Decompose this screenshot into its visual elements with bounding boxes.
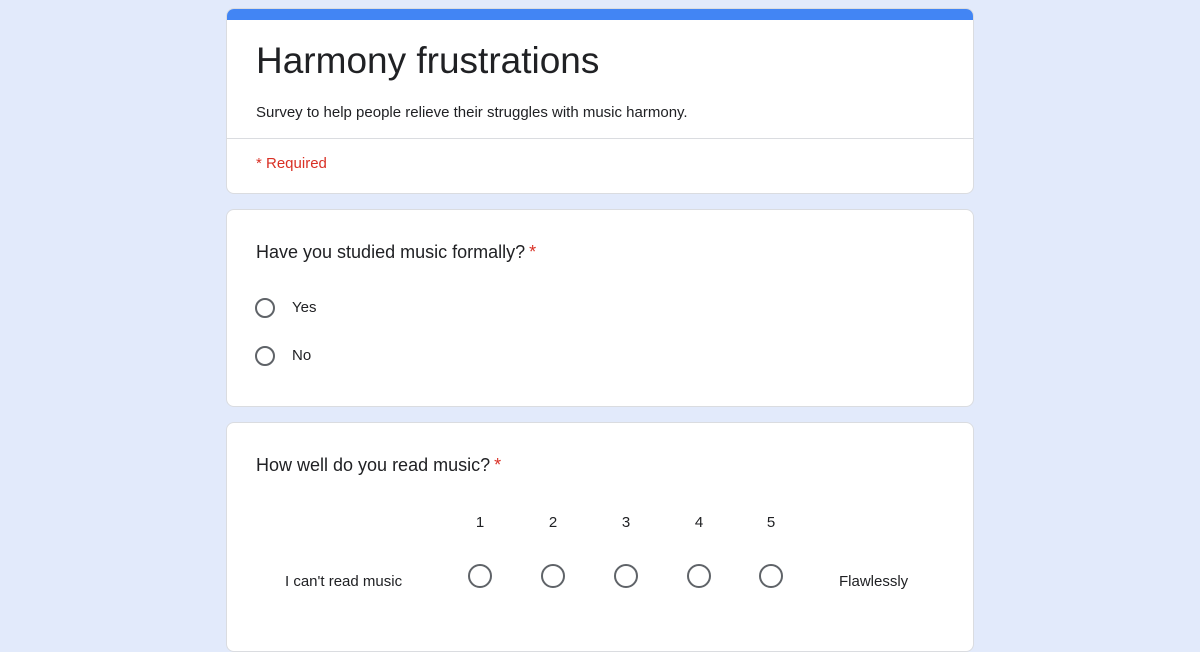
scale-radio-4[interactable]	[687, 564, 711, 588]
scale-radio-2[interactable]	[541, 564, 565, 588]
scale-high-label: Flawlessly	[839, 573, 909, 590]
required-asterisk: *	[494, 455, 502, 475]
header-divider	[227, 138, 973, 139]
radio-option-no[interactable]: No	[255, 343, 311, 369]
question-card-read-music: How well do you read music? * 1 2 3 4 5 I…	[226, 422, 974, 652]
radio-button-no[interactable]	[255, 346, 275, 366]
question-title-text: Have you studied music formally?	[256, 242, 526, 262]
scale-radio-3[interactable]	[614, 564, 638, 588]
scale-number-5: 5	[766, 514, 776, 531]
radio-label-yes: Yes	[292, 299, 317, 316]
radio-button-yes[interactable]	[255, 298, 275, 318]
question-title: How well do you read music? *	[256, 453, 501, 477]
scale-number-3: 3	[621, 514, 631, 531]
question-title-text: How well do you read music?	[256, 455, 491, 475]
scale-low-label: I can't read music	[285, 573, 403, 590]
form-title: Harmony frustrations	[256, 40, 600, 81]
scale-radio-5[interactable]	[759, 564, 783, 588]
scale-number-4: 4	[694, 514, 704, 531]
question-card-studied-music: Have you studied music formally? * Yes No	[226, 209, 974, 407]
scale-radio-1[interactable]	[468, 564, 492, 588]
required-asterisk: *	[529, 242, 537, 262]
scale-number-2: 2	[548, 514, 558, 531]
form-description: Survey to help people relieve their stru…	[256, 104, 688, 121]
question-title: Have you studied music formally? *	[256, 240, 536, 264]
radio-option-yes[interactable]: Yes	[255, 295, 316, 321]
form-header-card: Harmony frustrations Survey to help peop…	[226, 8, 974, 194]
form-accent-bar	[227, 9, 973, 20]
required-note: * Required	[256, 155, 327, 172]
radio-label-no: No	[292, 347, 312, 364]
scale-number-1: 1	[475, 514, 485, 531]
